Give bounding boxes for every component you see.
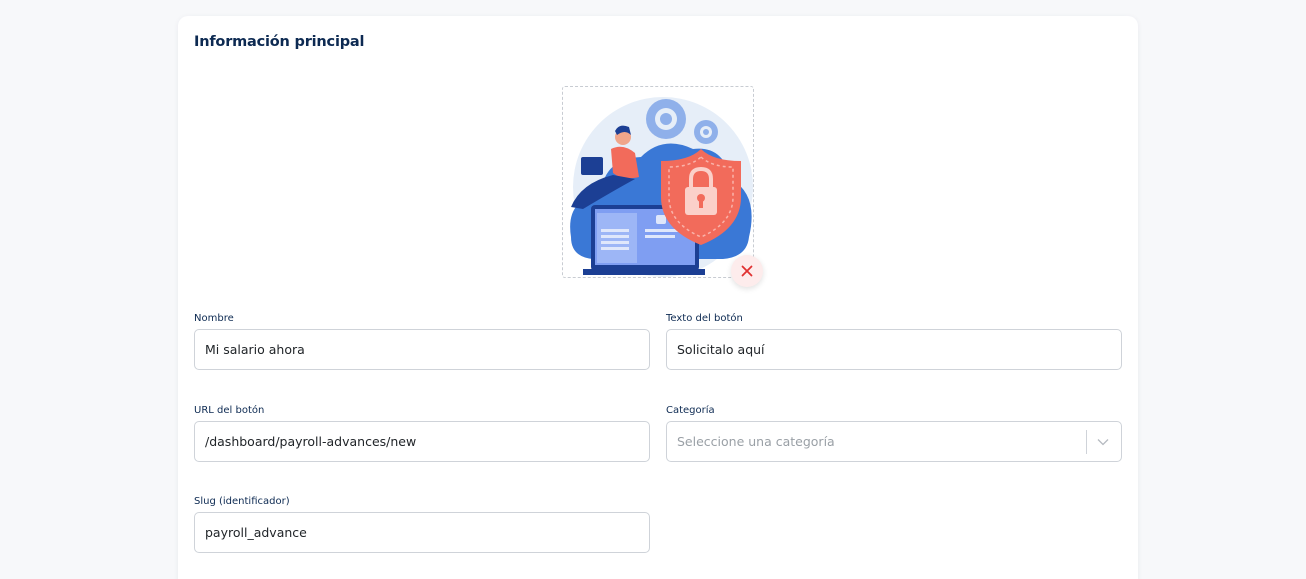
nombre-input[interactable]	[205, 342, 639, 357]
security-cloud-illustration	[570, 97, 753, 277]
nombre-field[interactable]	[194, 329, 650, 370]
nombre-label: Nombre	[194, 313, 234, 324]
section-title: Información principal	[194, 34, 365, 50]
slug-field[interactable]	[194, 512, 650, 553]
categoria-placeholder: Seleccione una categoría	[677, 434, 835, 449]
close-icon	[741, 265, 753, 277]
image-upload-preview[interactable]	[562, 86, 754, 278]
remove-image-button[interactable]	[731, 255, 763, 287]
texto-boton-input[interactable]	[677, 342, 1111, 357]
slug-label: Slug (identificador)	[194, 496, 290, 507]
url-boton-input[interactable]	[205, 434, 639, 449]
categoria-label: Categoría	[666, 405, 715, 416]
texto-boton-field[interactable]	[666, 329, 1122, 370]
chevron-down-icon[interactable]	[1096, 435, 1110, 449]
select-separator	[1086, 429, 1087, 454]
main-info-card: Información principal Nombre Mi salario …	[178, 16, 1138, 579]
url-boton-label: URL del botón	[194, 405, 265, 416]
gear-icon	[646, 99, 686, 139]
texto-boton-label: Texto del botón	[666, 313, 743, 324]
url-boton-field[interactable]	[194, 421, 650, 462]
slug-input[interactable]	[205, 525, 639, 540]
categoria-select[interactable]: Seleccione una categoría	[666, 421, 1122, 462]
